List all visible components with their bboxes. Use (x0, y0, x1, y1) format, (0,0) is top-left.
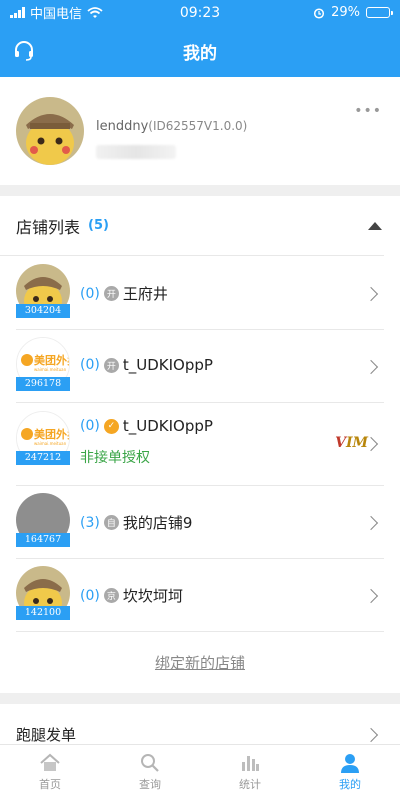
store-name: 王府井 (122, 285, 168, 303)
svg-text:waimai.meituan: waimai.meituan (34, 441, 67, 446)
errand-label: 跑腿发单 (16, 726, 77, 744)
store-list-card: 店铺列表 (5) 304204 (0) 开 王府井 美团外卖waimai.mei… (0, 196, 400, 693)
tab-mine[interactable]: 我的 (300, 745, 400, 800)
store-row[interactable]: 美团外卖waimai.meituan 296178 (0) 开 t_UDKIOp… (16, 330, 384, 403)
order-count: (0) (80, 285, 100, 302)
order-count: (0) (80, 418, 100, 434)
chevron-right-icon (363, 359, 379, 375)
tab-stats[interactable]: 统计 (200, 745, 300, 800)
store-count: (5) (88, 218, 109, 233)
store-row[interactable]: 美团外卖waimai.meituan 247212 (0) ✓ t_UDKIOp… (16, 403, 384, 486)
store-info: (0) ✓ t_UDKIOppP (80, 417, 213, 435)
user-id: (ID62557V1.0.0) (148, 119, 248, 133)
tab-label: 首页 (39, 778, 61, 791)
tab-bar: 首页 查询 统计 我的 (0, 744, 400, 800)
bind-new-store-link[interactable]: 绑定新的店铺 (0, 652, 400, 673)
tab-home[interactable]: 首页 (0, 745, 100, 800)
store-info: (3) 自 我的店铺9 (80, 512, 192, 533)
status-tag: 开 (103, 357, 119, 373)
profile-name: lenddny(ID62557V1.0.0) (96, 119, 247, 134)
status-tag: 京 (103, 588, 119, 603)
chevron-right-icon (363, 588, 379, 604)
status-tag: 开 (103, 286, 119, 301)
store-info: (0) 京 坎坎坷坷 (80, 585, 183, 606)
store-name: t_UDKIOppP (122, 417, 213, 435)
order-count: (0) (80, 587, 100, 604)
store-id-badge: 247212 (16, 451, 70, 465)
store-row[interactable]: 304204 (0) 开 王府井 (16, 257, 384, 330)
errand-row[interactable]: 跑腿发单 (0, 704, 400, 744)
battery-percent: 29% (331, 5, 360, 20)
collapse-caret-icon[interactable] (368, 222, 382, 230)
store-id-badge: 164767 (16, 533, 70, 547)
app-header: 中国电信 09:23 29% 我的 (0, 0, 400, 77)
battery-icon (366, 7, 393, 18)
tab-search[interactable]: 查询 (100, 745, 200, 800)
order-count: (3) (80, 514, 100, 531)
auth-status: 非接单授权 (80, 450, 150, 466)
store-id-badge: 142100 (16, 606, 70, 620)
svg-text:waimai.meituan: waimai.meituan (34, 367, 67, 372)
tab-label: 统计 (239, 778, 261, 791)
store-info: (0) 开 t_UDKIOppP (80, 356, 213, 374)
store-list-header[interactable]: 店铺列表 (5) (0, 196, 384, 256)
search-icon (141, 754, 159, 772)
redacted-info (96, 145, 176, 159)
store-id-badge: 304204 (16, 304, 70, 318)
home-icon (40, 753, 60, 771)
store-id-badge: 296178 (16, 377, 70, 391)
headset-icon[interactable] (12, 38, 36, 62)
store-list-title: 店铺列表 (16, 217, 81, 237)
store-row[interactable]: 164767 (3) 自 我的店铺9 (16, 486, 384, 559)
profile-card[interactable]: lenddny(ID62557V1.0.0) ••• (0, 77, 400, 185)
chevron-right-icon (363, 727, 379, 743)
chevron-right-icon (363, 286, 379, 302)
store-row[interactable]: 142100 (0) 京 坎坎坷坷 (16, 559, 384, 632)
store-name: 我的店铺9 (122, 514, 193, 532)
page-title: 我的 (183, 43, 217, 64)
more-icon[interactable]: ••• (354, 103, 382, 119)
nav-bar: 我的 (0, 25, 400, 77)
vim-v: V (335, 435, 346, 451)
tab-label: 我的 (339, 778, 361, 791)
svg-text:美团外卖: 美团外卖 (34, 427, 70, 441)
svg-text:美团外卖: 美团外卖 (34, 353, 70, 367)
store-name: 坎坎坷坷 (122, 587, 183, 605)
stats-icon (242, 756, 259, 771)
status-bar: 中国电信 09:23 29% (0, 0, 400, 25)
store-name: t_UDKIOppP (122, 356, 213, 374)
tab-label: 查询 (139, 778, 161, 791)
avatar[interactable] (16, 97, 84, 165)
order-count: (0) (80, 357, 100, 373)
platform-tag-icon: ✓ (103, 418, 119, 434)
chevron-right-icon (363, 515, 379, 531)
person-icon (341, 754, 359, 773)
username: lenddny (96, 119, 149, 134)
status-tag: 自 (103, 515, 119, 530)
store-info: (0) 开 王府井 (80, 283, 168, 304)
alarm-icon (314, 7, 325, 19)
